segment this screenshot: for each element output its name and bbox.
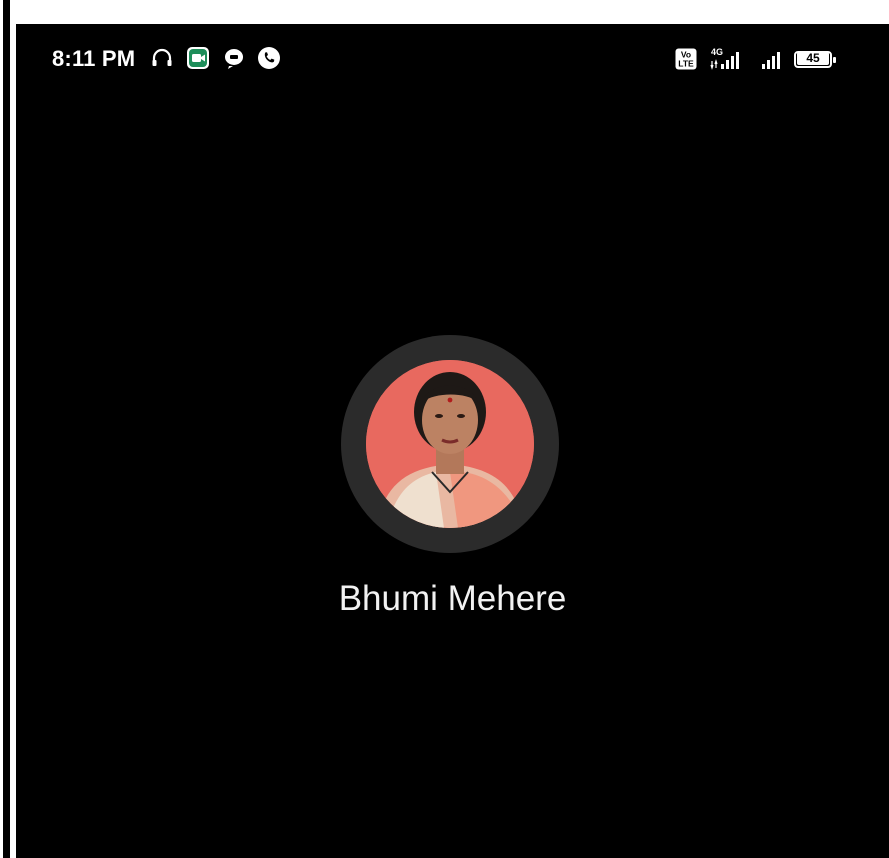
- caller-name: Bhumi Mehere: [338, 579, 567, 618]
- signal-icon: [762, 52, 780, 69]
- status-bar: 8:11 PM Vo LTE 4G 45: [16, 24, 889, 96]
- google-meet-icon: [187, 47, 209, 69]
- battery-icon: 45: [794, 48, 840, 72]
- volte-icon: Vo LTE: [675, 48, 697, 70]
- phone-screen: 8:11 PM Vo LTE 4G 45 Bhumi Mehere: [16, 24, 889, 858]
- status-time: 8:11 PM: [52, 46, 136, 71]
- caller-avatar[interactable]: [366, 360, 534, 528]
- left-screen-edge: [0, 0, 10, 858]
- phone-call-icon: [258, 47, 280, 69]
- caller-avatar-ring: [341, 335, 559, 553]
- svg-text:LTE: LTE: [678, 59, 694, 69]
- battery-level: 45: [797, 52, 829, 65]
- chat-bubble-icon: [225, 49, 244, 69]
- caller-photo: [366, 360, 534, 528]
- headphones-icon: [152, 48, 172, 66]
- signal-4g-icon: 4G: [709, 47, 747, 72]
